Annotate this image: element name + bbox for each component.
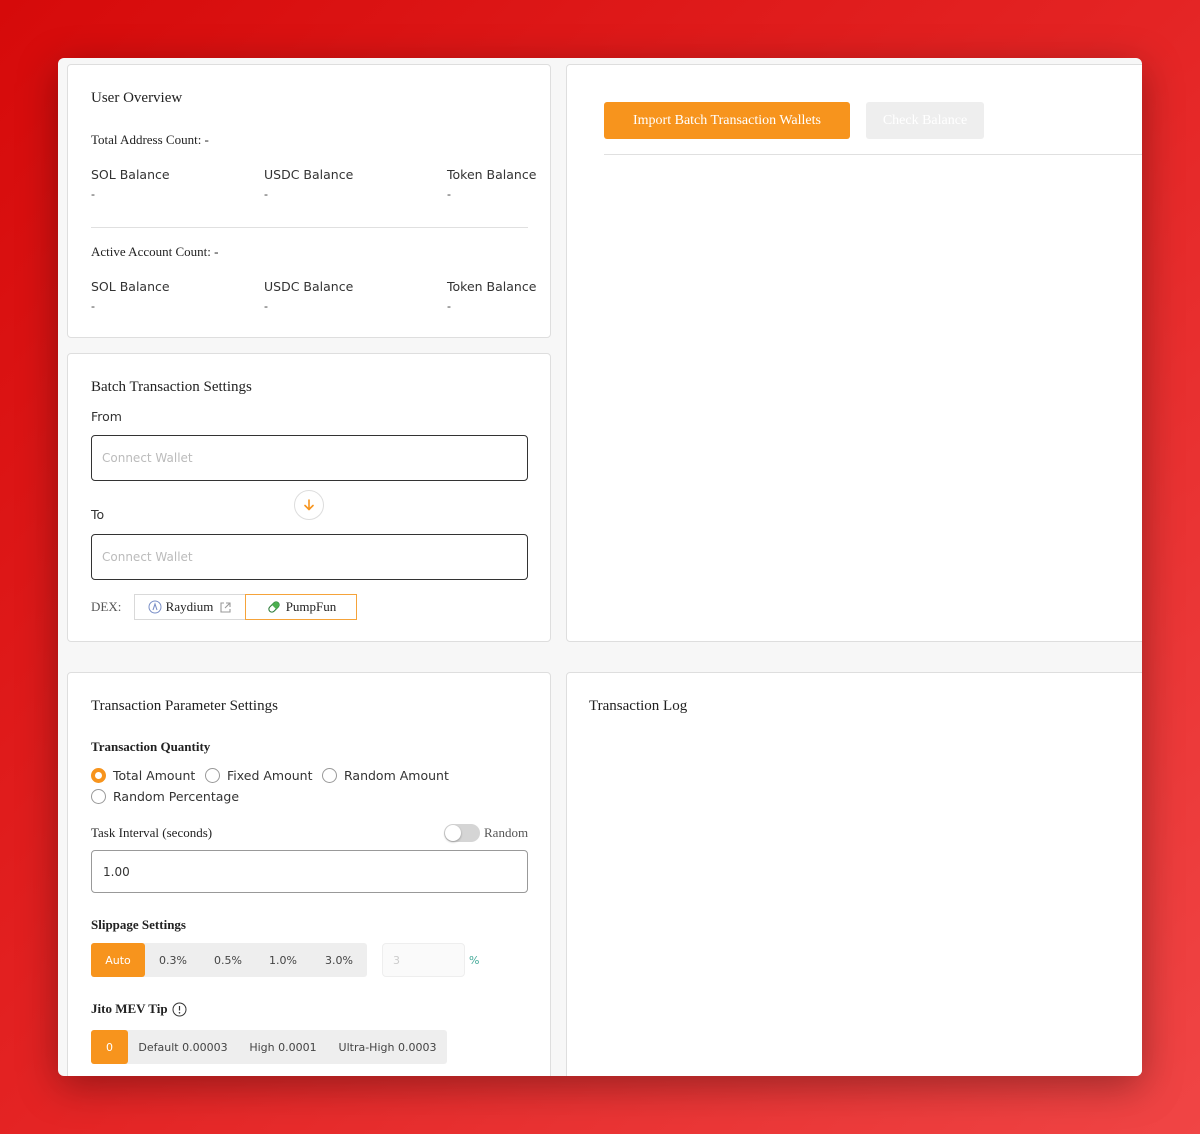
radio-random-percentage-indicator [91,789,106,804]
radio-total-amount-label: Total Amount [113,768,196,783]
dex-option-raydium[interactable]: Raydium [134,594,246,620]
active-token-balance-value: - [447,299,451,313]
total-usdc-balance-label: USDC Balance [264,167,354,182]
user-overview-title: User Overview [91,90,183,106]
task-interval-input[interactable]: 1.00 [91,850,528,893]
slippage-option-0-3[interactable]: 0.3% [145,943,201,977]
slippage-option-0-5[interactable]: 0.5% [201,943,255,977]
radio-random-percentage[interactable]: Random Percentage [91,789,239,804]
total-sol-balance-label: SOL Balance [91,167,170,182]
jito-option-high[interactable]: High 0.0001 [238,1030,328,1064]
dex-option-raydium-label: Raydium [165,599,214,614]
total-token-balance-value: - [447,187,451,201]
active-sol-balance-label: SOL Balance [91,279,170,294]
slippage-option-auto[interactable]: Auto [91,943,145,977]
active-token-balance-label: Token Balance [447,279,537,294]
radio-total-amount-indicator [91,768,106,783]
total-usdc-balance-value: - [264,187,268,201]
user-overview-card: User Overview Total Address Count: - SOL… [67,64,551,338]
pill-icon [268,601,280,613]
jito-option-ultra-high[interactable]: Ultra-High 0.0003 [328,1030,447,1064]
dex-label: DEX: [91,599,122,614]
slippage-settings-title: Slippage Settings [91,917,186,932]
radio-total-amount[interactable]: Total Amount [91,768,195,783]
dex-option-pumpfun-label: PumpFun [285,599,337,614]
jito-option-default[interactable]: Default 0.00003 [128,1030,238,1064]
slippage-option-3-0[interactable]: 3.0% [311,943,367,977]
radio-fixed-amount-indicator [205,768,220,783]
from-label: From [91,409,122,424]
transaction-quantity-title: Transaction Quantity [91,739,211,754]
to-wallet-input[interactable]: Connect Wallet [91,534,528,580]
wallets-panel: Import Batch Transaction Wallets Check B… [566,64,1142,642]
transaction-log-card: Transaction Log [566,672,1142,1076]
total-address-count: Total Address Count: - [91,132,209,147]
check-balance-button[interactable]: Check Balance [866,102,984,139]
overview-divider [91,227,528,228]
from-wallet-input[interactable]: Connect Wallet [91,435,528,481]
jito-tip-options: 0 Default 0.00003 High 0.0001 Ultra-High… [91,1030,447,1064]
wallets-divider [604,154,1142,155]
random-interval-label: Random [484,825,529,840]
custom-slippage-input[interactable]: 3 [382,943,465,977]
total-token-balance-label: Token Balance [447,167,537,182]
arrow-down-icon [304,499,314,511]
slippage-options: Auto 0.3% 0.5% 1.0% 3.0% [91,943,367,977]
radio-fixed-amount[interactable]: Fixed Amount [205,768,313,783]
radio-random-percentage-label: Random Percentage [113,789,240,804]
jito-mev-tip-title: Jito MEV Tip [91,1001,187,1017]
radio-random-amount[interactable]: Random Amount [322,768,449,783]
active-account-count: Active Account Count: - [91,244,219,259]
info-icon[interactable] [172,1002,187,1017]
raydium-icon [148,600,162,614]
dex-option-pumpfun[interactable]: PumpFun [245,594,357,620]
task-interval-label: Task Interval (seconds) [91,825,213,840]
slippage-option-1-0[interactable]: 1.0% [255,943,311,977]
active-usdc-balance-value: - [264,299,268,313]
radio-fixed-amount-label: Fixed Amount [227,768,313,783]
external-link-icon [220,601,231,613]
jito-mev-tip-label: Jito MEV Tip [91,1001,168,1016]
transaction-params-card: Transaction Parameter Settings Transacti… [67,672,551,1076]
random-interval-toggle[interactable] [444,824,480,842]
to-label: To [91,507,105,522]
active-usdc-balance-label: USDC Balance [264,279,354,294]
transaction-log-title: Transaction Log [589,698,688,714]
transaction-params-title: Transaction Parameter Settings [91,698,278,714]
jito-option-0[interactable]: 0 [91,1030,128,1064]
swap-direction-button[interactable] [294,490,324,520]
app-window: User Overview Total Address Count: - SOL… [58,58,1142,1076]
import-wallets-button[interactable]: Import Batch Transaction Wallets [604,102,850,139]
radio-random-amount-label: Random Amount [344,768,449,783]
batch-settings-title: Batch Transaction Settings [91,379,252,395]
radio-random-amount-indicator [322,768,337,783]
total-sol-balance-value: - [91,187,95,201]
slippage-unit: % [469,954,480,967]
active-sol-balance-value: - [91,299,95,313]
